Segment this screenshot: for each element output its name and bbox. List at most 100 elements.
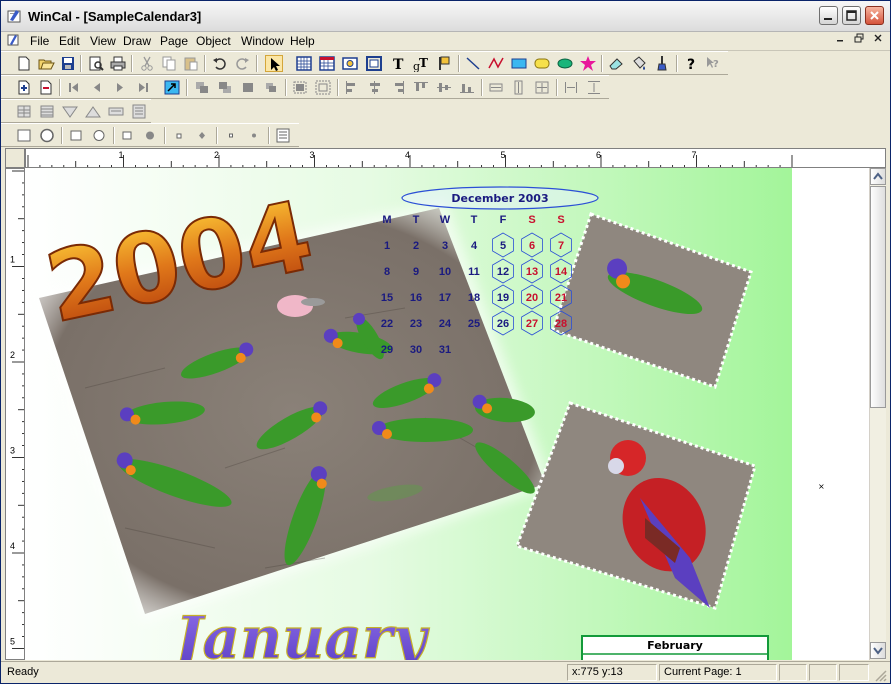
day-cell[interactable]: 13 (526, 266, 538, 278)
flag-button[interactable] (435, 55, 453, 72)
align-left-button[interactable] (343, 79, 361, 96)
add-page-button[interactable] (15, 79, 33, 96)
open-button[interactable] (37, 55, 55, 72)
day-cell[interactable]: 19 (497, 292, 509, 304)
undo-button[interactable] (211, 55, 229, 72)
mdi-restore-button[interactable] (851, 33, 867, 47)
close-button[interactable] (865, 6, 884, 25)
minimize-button[interactable] (819, 6, 838, 25)
eraser-button[interactable] (607, 55, 625, 72)
day-cell[interactable]: 16 (410, 292, 422, 304)
list-button[interactable] (274, 127, 292, 144)
save-button[interactable] (59, 55, 77, 72)
same-width-button[interactable] (487, 79, 505, 96)
grid-button[interactable] (38, 103, 56, 120)
paste-button[interactable] (182, 55, 200, 72)
day-cell[interactable]: 14 (555, 266, 568, 278)
same-height-button[interactable] (510, 79, 528, 96)
day-cell[interactable]: 3 (442, 240, 448, 252)
send-back-button[interactable] (216, 79, 234, 96)
day-cell[interactable]: 24 (439, 318, 452, 330)
calendar-page[interactable]: 2004 December 2003 M T W T F S S1 2 3 4 … (25, 168, 869, 660)
forward-button[interactable] (239, 79, 257, 96)
day-cell[interactable]: 29 (381, 344, 393, 356)
dot-square-button[interactable] (118, 127, 136, 144)
curve-button[interactable] (487, 55, 505, 72)
ellipse-button[interactable] (556, 55, 574, 72)
day-cell[interactable]: 7 (558, 240, 564, 252)
cut-button[interactable] (138, 55, 156, 72)
keyboard-button[interactable] (107, 103, 125, 120)
triangle-up-button[interactable] (84, 103, 102, 120)
rounded-rect-button[interactable] (533, 55, 551, 72)
mdi-minimize-button[interactable] (832, 33, 848, 47)
backward-button[interactable] (262, 79, 280, 96)
menu-file[interactable]: File (30, 34, 49, 48)
help-button[interactable]: ? (682, 55, 700, 72)
day-cell[interactable]: 20 (526, 292, 538, 304)
ungroup-button[interactable] (314, 79, 332, 96)
frame-button[interactable] (365, 55, 383, 72)
redo-button[interactable] (233, 55, 251, 72)
document-canvas[interactable]: 2004 December 2003 M T W T F S S 1 2 3 4… (25, 168, 869, 660)
day-cell[interactable]: 15 (381, 292, 393, 304)
day-cell[interactable]: 11 (468, 266, 480, 278)
scroll-thumb[interactable] (870, 186, 886, 408)
form-button[interactable] (130, 103, 148, 120)
scroll-up-button[interactable] (870, 168, 886, 185)
day-cell[interactable]: 27 (526, 318, 538, 330)
day-cell[interactable]: 31 (439, 344, 451, 356)
square-button[interactable] (15, 127, 33, 144)
context-help-button[interactable]: ? (704, 55, 722, 72)
menu-draw[interactable]: Draw (123, 34, 151, 48)
copy-button[interactable] (160, 55, 178, 72)
day-cell[interactable]: 22 (381, 318, 393, 330)
next-page-button[interactable] (111, 79, 129, 96)
day-cell[interactable]: 25 (468, 318, 480, 330)
page-button[interactable] (37, 79, 55, 96)
day-cell[interactable]: 9 (413, 266, 419, 278)
mini-square-button[interactable] (222, 127, 240, 144)
tiny-square-button[interactable] (170, 127, 188, 144)
last-page-button[interactable] (134, 79, 152, 96)
day-cell[interactable]: 4 (471, 240, 478, 252)
mini-dot-button[interactable] (245, 127, 263, 144)
tiny-diamond-button[interactable] (193, 127, 211, 144)
day-cell[interactable]: 28 (555, 318, 567, 330)
document-icon[interactable] (7, 33, 21, 47)
maximize-button[interactable] (842, 6, 861, 25)
day-cell[interactable]: 30 (410, 344, 422, 356)
menu-edit[interactable]: Edit (59, 34, 80, 48)
vertical-scrollbar[interactable] (869, 168, 886, 660)
star-button[interactable] (579, 55, 597, 72)
day-cell[interactable]: 2 (413, 240, 419, 252)
day-cell[interactable]: 10 (439, 266, 451, 278)
group-button[interactable] (291, 79, 309, 96)
picture-button[interactable] (341, 55, 359, 72)
title-bar[interactable]: WinCal - [SampleCalendar3] (1, 1, 890, 32)
same-size-button[interactable] (533, 79, 551, 96)
menu-page[interactable]: Page (160, 34, 188, 48)
goto-page-button[interactable] (163, 79, 181, 96)
first-page-button[interactable] (65, 79, 83, 96)
align-middle-button[interactable] (435, 79, 453, 96)
day-cell[interactable]: 18 (468, 292, 480, 304)
select-tool-button[interactable] (265, 55, 283, 72)
print-preview-button[interactable] (87, 55, 105, 72)
day-cell[interactable]: 5 (500, 240, 506, 252)
triangle-down-button[interactable] (61, 103, 79, 120)
print-button[interactable] (109, 55, 127, 72)
new-button[interactable] (15, 55, 33, 72)
space-vertical-button[interactable] (585, 79, 603, 96)
day-cell[interactable]: 26 (497, 318, 509, 330)
small-square-button[interactable] (67, 127, 85, 144)
align-center-button[interactable] (366, 79, 384, 96)
line-button[interactable] (464, 55, 482, 72)
day-cell[interactable]: 21 (555, 292, 567, 304)
rectangle-button[interactable] (510, 55, 528, 72)
day-cell[interactable]: 8 (384, 266, 390, 278)
menu-object[interactable]: Object (196, 34, 231, 48)
space-horizontal-button[interactable] (562, 79, 580, 96)
menu-window[interactable]: Window (241, 34, 284, 48)
fill-button[interactable] (630, 55, 648, 72)
